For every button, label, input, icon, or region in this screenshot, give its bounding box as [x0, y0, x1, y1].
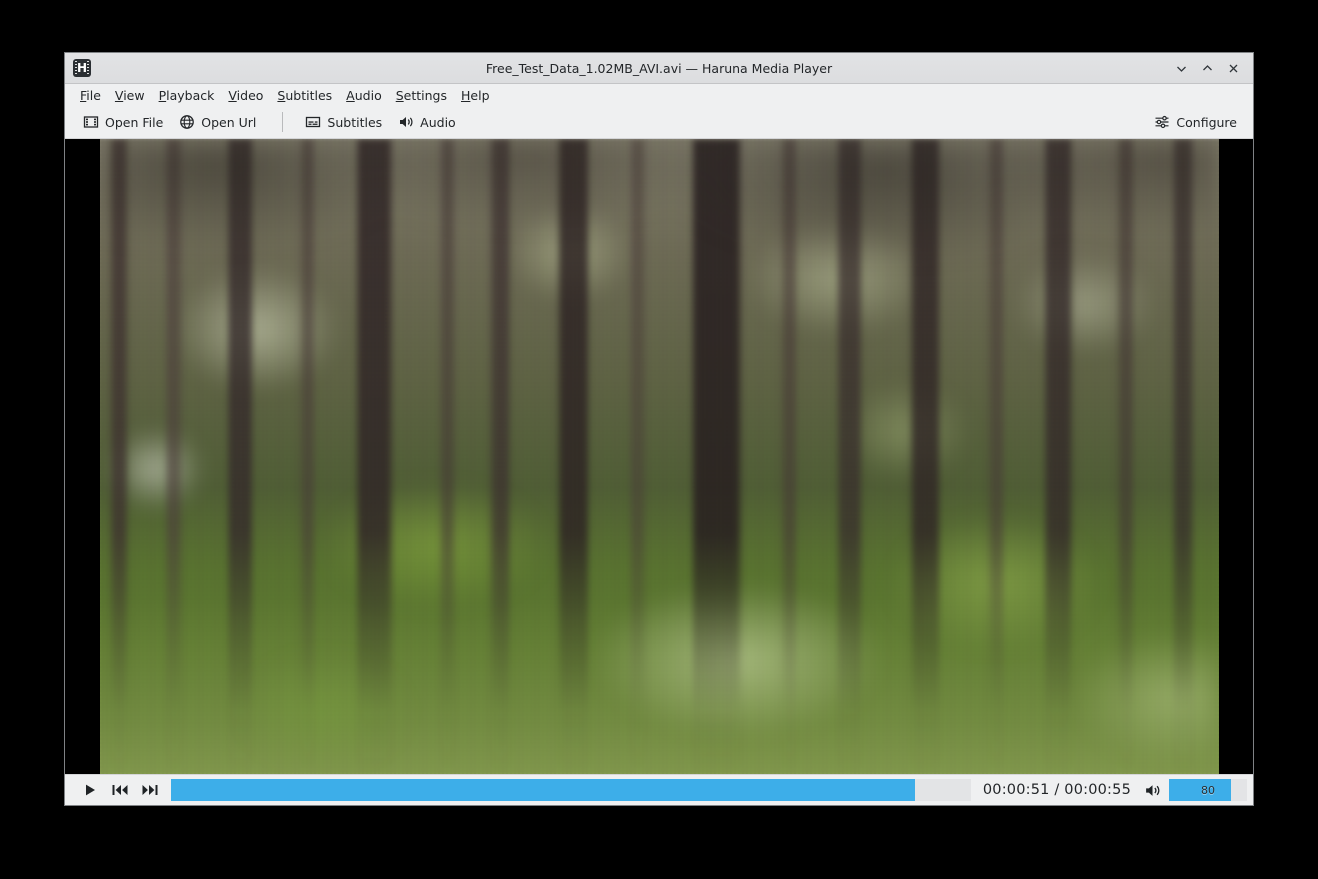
menu-video[interactable]: Video	[221, 86, 270, 105]
seek-slider[interactable]	[171, 779, 971, 801]
audio-label: Audio	[420, 114, 456, 130]
toolbar: Open File Open Url Subtitles Audio Confi…	[65, 106, 1253, 139]
play-icon	[86, 784, 95, 796]
sliders-icon	[1155, 115, 1169, 129]
play-button[interactable]	[75, 778, 105, 802]
menu-audio[interactable]: Audio	[339, 86, 389, 105]
time-display: 00:00:51 / 00:00:55	[982, 782, 1131, 798]
previous-button[interactable]	[105, 778, 135, 802]
subtitles-button[interactable]: Subtitles	[297, 111, 390, 133]
menubar: File View Playback Video Subtitles Audio…	[65, 84, 1253, 106]
subtitles-label: Subtitles	[327, 114, 383, 130]
volume-medium-icon[interactable]	[1141, 779, 1163, 801]
titlebar: H Free_Test_Data_1.02MB_AVI.avi — Haruna…	[65, 53, 1253, 84]
video-blur-layer	[100, 139, 1219, 774]
audio-button[interactable]: Audio	[390, 111, 464, 133]
volume-slider[interactable]: 80	[1169, 779, 1247, 801]
volume-value-label: 80	[1201, 783, 1215, 797]
haruna-media-player-window: H Free_Test_Data_1.02MB_AVI.avi — Haruna…	[64, 52, 1254, 806]
menu-playback[interactable]: Playback	[152, 86, 222, 105]
globe-icon	[180, 115, 195, 129]
next-button[interactable]	[135, 778, 165, 802]
menu-file[interactable]: File	[73, 86, 108, 105]
open-file-label: Open File	[105, 114, 164, 130]
window-controls	[1169, 53, 1253, 83]
player-control-bar: 00:00:51 / 00:00:55 80	[65, 774, 1253, 805]
desktop-background: H Free_Test_Data_1.02MB_AVI.avi — Haruna…	[0, 0, 1318, 879]
haruna-film-icon: H	[73, 59, 91, 77]
subtitle-box-icon	[306, 116, 321, 128]
speaker-icon	[400, 117, 413, 127]
menu-subtitles[interactable]: Subtitles	[270, 86, 339, 105]
video-area[interactable]	[65, 139, 1253, 774]
open-file-button[interactable]: Open File	[75, 111, 171, 133]
menu-settings[interactable]: Settings	[389, 86, 454, 105]
open-url-label: Open Url	[201, 114, 257, 130]
close-icon[interactable]	[1221, 56, 1245, 80]
skip-forward-icon	[142, 785, 158, 795]
video-frame[interactable]	[100, 139, 1219, 774]
open-url-button[interactable]: Open Url	[171, 111, 264, 133]
maximize-icon[interactable]	[1195, 56, 1219, 80]
window-title: Free_Test_Data_1.02MB_AVI.avi — Haruna M…	[485, 60, 833, 76]
skip-backward-icon	[112, 785, 128, 795]
configure-label: Configure	[1176, 114, 1237, 130]
film-strip-icon	[83, 116, 99, 128]
minimize-icon[interactable]	[1169, 56, 1193, 80]
configure-button[interactable]: Configure	[1146, 111, 1245, 133]
seek-progress-fill	[171, 779, 915, 801]
menu-help[interactable]: Help	[454, 86, 497, 105]
menu-view[interactable]: View	[108, 86, 152, 105]
toolbar-separator	[282, 112, 284, 132]
